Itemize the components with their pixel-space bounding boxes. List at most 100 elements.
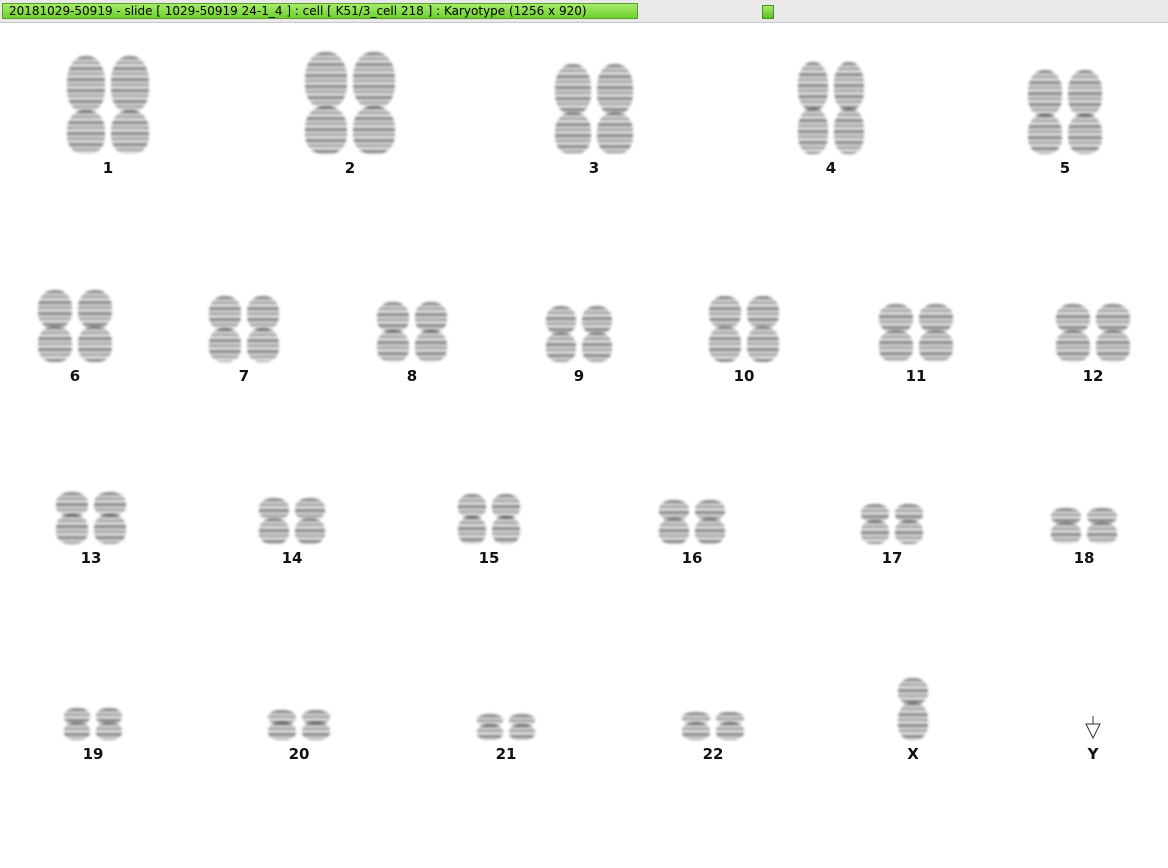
chromosome-p-arm [919, 304, 953, 332]
chromosome-slot-2[interactable]: 2 [290, 50, 410, 176]
chromosome-slot-14[interactable]: 14 [232, 496, 352, 566]
chromosome-pair [259, 496, 325, 544]
chromosome-p-arm [111, 56, 149, 112]
chromosome-14-copy-2[interactable] [295, 498, 325, 544]
chromosome-9-copy-1[interactable] [546, 306, 576, 362]
chromosome-11-copy-2[interactable] [919, 304, 953, 362]
chromosome-pair [67, 54, 149, 154]
chromosome-21-copy-1[interactable] [477, 714, 503, 740]
chromosome-label: X [907, 745, 919, 763]
chromosome-pair [377, 300, 447, 362]
chromosome-16-copy-1[interactable] [659, 500, 689, 544]
chromosome-1-copy-1[interactable] [67, 56, 105, 154]
chromosome-pair [268, 708, 330, 740]
chromosome-slot-4[interactable]: 4 [771, 60, 891, 176]
chromosome-q-arm [96, 722, 122, 740]
chromosome-slot-20[interactable]: 20 [239, 708, 359, 762]
chromosome-p-arm [305, 52, 347, 108]
chromosome-slot-19[interactable]: 19 [33, 706, 153, 762]
chromosome-p-arm [546, 306, 576, 334]
chromosome-slot-11[interactable]: 11 [856, 302, 976, 384]
chromosome-slot-21[interactable]: 21 [446, 712, 566, 762]
chromosome-20-copy-2[interactable] [302, 710, 330, 740]
chromosome-p-arm [78, 290, 112, 328]
chromosome-q-arm [798, 108, 828, 154]
chromosome-6-copy-1[interactable] [38, 290, 72, 362]
chromosome-q-arm [1068, 114, 1102, 154]
chromosome-22-copy-2[interactable] [716, 712, 744, 740]
chromosome-1-copy-2[interactable] [111, 56, 149, 154]
chromosome-4-copy-2[interactable] [834, 62, 864, 154]
chromosome-7-copy-1[interactable] [209, 296, 241, 362]
chromosome-8-copy-2[interactable] [415, 302, 447, 362]
chromosome-14-copy-1[interactable] [259, 498, 289, 544]
chromosome-12-copy-1[interactable] [1056, 304, 1090, 362]
chromosome-slot-16[interactable]: 16 [632, 498, 752, 566]
chromosome-slot-10[interactable]: 10 [684, 294, 804, 384]
chromosome-18-copy-2[interactable] [1087, 508, 1117, 544]
chromosome-6-copy-2[interactable] [78, 290, 112, 362]
chromosome-slot-3[interactable]: 3 [534, 62, 654, 176]
chromosome-slot-12[interactable]: 12 [1033, 302, 1153, 384]
chromosome-4-copy-1[interactable] [798, 62, 828, 154]
chromosome-x-copy-1[interactable] [898, 678, 928, 740]
arrow-pointer-icon [1083, 716, 1103, 740]
chromosome-slot-y[interactable]: Y [1033, 716, 1153, 763]
chromosome-q-arm [56, 514, 88, 544]
chromosome-19-copy-2[interactable] [96, 708, 122, 740]
chromosome-2-copy-1[interactable] [305, 52, 347, 154]
chromosome-pair [861, 502, 923, 544]
chromosome-q-arm [582, 332, 612, 362]
chromosome-slot-15[interactable]: 15 [429, 492, 549, 566]
chromosome-17-copy-1[interactable] [861, 504, 889, 544]
chromosome-slot-17[interactable]: 17 [832, 502, 952, 566]
chromosome-pair [1028, 68, 1102, 154]
chromosome-19-copy-1[interactable] [64, 708, 90, 740]
chromosome-slot-13[interactable]: 13 [31, 490, 151, 566]
chromosome-16-copy-2[interactable] [695, 500, 725, 544]
chromosome-p-arm [1068, 70, 1102, 116]
chromosome-13-copy-1[interactable] [56, 492, 88, 544]
chromosome-p-arm [377, 302, 409, 332]
chromosome-q-arm [509, 724, 535, 740]
chromosome-15-copy-1[interactable] [458, 494, 486, 544]
chromosome-slot-9[interactable]: 9 [519, 304, 639, 384]
chromosome-8-copy-1[interactable] [377, 302, 409, 362]
chromosome-p-arm [834, 62, 864, 110]
chromosome-q-arm [111, 110, 149, 154]
chromosome-5-copy-2[interactable] [1068, 70, 1102, 154]
chromosome-slot-x[interactable]: X [853, 676, 973, 762]
chromosome-q-arm [555, 112, 591, 154]
chromosome-slot-5[interactable]: 5 [1005, 68, 1125, 176]
chromosome-3-copy-2[interactable] [597, 64, 633, 154]
chromosome-slot-18[interactable]: 18 [1024, 506, 1144, 566]
chromosome-15-copy-2[interactable] [492, 494, 520, 544]
chromosome-12-copy-2[interactable] [1096, 304, 1130, 362]
chromosome-10-copy-1[interactable] [709, 296, 741, 362]
chromosome-5-copy-1[interactable] [1028, 70, 1062, 154]
chromosome-21-copy-2[interactable] [509, 714, 535, 740]
chromosome-20-copy-1[interactable] [268, 710, 296, 740]
chromosome-7-copy-2[interactable] [247, 296, 279, 362]
chromosome-pair [458, 492, 520, 544]
chromosome-slot-7[interactable]: 7 [184, 294, 304, 384]
chromosome-11-copy-1[interactable] [879, 304, 913, 362]
chromosome-10-copy-2[interactable] [747, 296, 779, 362]
chromosome-p-arm [353, 52, 395, 108]
chromosome-q-arm [546, 332, 576, 362]
chromosome-label: 10 [733, 367, 755, 385]
chromosome-3-copy-1[interactable] [555, 64, 591, 154]
chromosome-label: 14 [281, 549, 303, 567]
chromosome-slot-8[interactable]: 8 [352, 300, 472, 384]
chromosome-22-copy-1[interactable] [682, 712, 710, 740]
chromosome-slot-22[interactable]: 22 [653, 710, 773, 762]
chromosome-17-copy-2[interactable] [895, 504, 923, 544]
chromosome-label: Y [1087, 745, 1099, 763]
chromosome-2-copy-2[interactable] [353, 52, 395, 154]
chromosome-18-copy-1[interactable] [1051, 508, 1081, 544]
status-indicator[interactable] [762, 5, 774, 19]
chromosome-slot-1[interactable]: 1 [48, 54, 168, 176]
chromosome-9-copy-2[interactable] [582, 306, 612, 362]
chromosome-13-copy-2[interactable] [94, 492, 126, 544]
chromosome-slot-6[interactable]: 6 [15, 288, 135, 384]
